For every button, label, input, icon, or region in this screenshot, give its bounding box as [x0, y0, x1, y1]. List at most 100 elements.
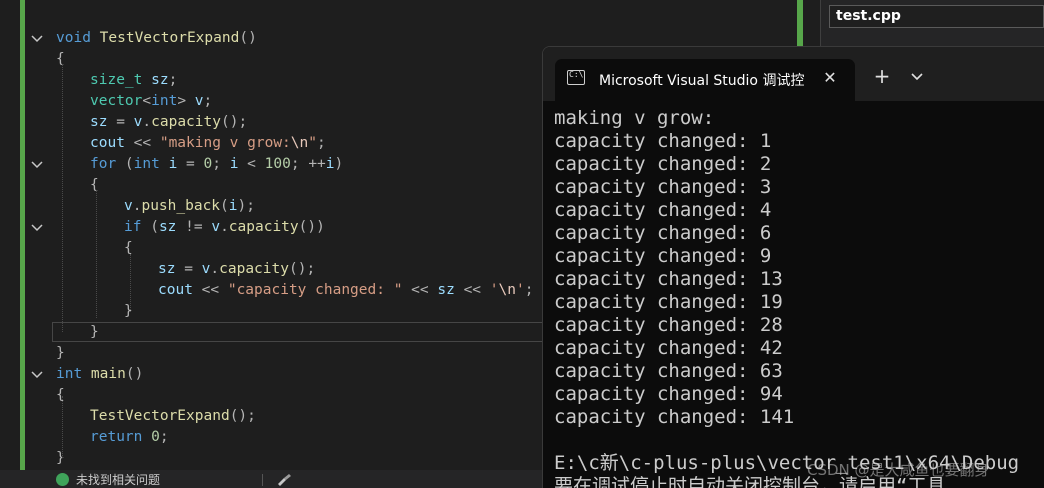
code-line[interactable]: int main() [56, 364, 143, 385]
code-line[interactable]: sz = v.capacity(); [90, 112, 247, 133]
change-tracking-bar [20, 0, 25, 470]
file-tab-test-cpp[interactable]: test.cpp [829, 5, 1044, 28]
terminal-line: capacity changed: 19 [554, 291, 783, 313]
code-token: ; [524, 282, 534, 298]
status-ok-icon[interactable] [56, 473, 69, 486]
terminal-tab-title: Microsoft Visual Studio 调试控 [599, 73, 805, 89]
brush-icon[interactable] [276, 474, 294, 486]
code-token: ; [168, 72, 178, 88]
code-token: main [90, 366, 126, 382]
code-token: << [402, 282, 438, 298]
code-token: cout [158, 282, 193, 298]
plus-icon[interactable]: + [873, 66, 891, 86]
code-line[interactable]: } [124, 301, 133, 322]
code-token: ' [489, 282, 499, 298]
fold-chevron-icon[interactable] [30, 32, 44, 46]
code-line[interactable]: { [124, 238, 133, 259]
code-token: "making v grow: [159, 135, 291, 151]
code-token: () [239, 30, 257, 46]
indent-guide [96, 190, 97, 318]
indent-guide [130, 254, 131, 312]
code-token: \n [498, 282, 516, 298]
code-token: capacity [151, 114, 221, 130]
code-token: << [454, 282, 490, 298]
terminal-line: capacity changed: 9 [554, 245, 772, 267]
indent-guide [62, 396, 63, 458]
code-token: sz [158, 219, 177, 235]
terminal-output[interactable]: making v grow: capacity changed: 1 capacit… [554, 107, 1044, 488]
code-token: (); [220, 114, 248, 130]
code-token: TestVectorExpand [90, 408, 230, 424]
code-token: { [124, 240, 133, 256]
code-token: vector [90, 93, 143, 109]
code-line[interactable]: { [56, 49, 65, 70]
code-token: ) [334, 156, 344, 172]
code-line[interactable]: size_t sz; [90, 70, 177, 91]
code-token: v [194, 93, 204, 109]
indent-guide [62, 64, 63, 332]
terminal-tab[interactable]: C:\ Microsoft Visual Studio 调试控 ✕ [555, 59, 855, 101]
code-line[interactable]: cout << "capacity changed: " << sz << '\… [158, 280, 533, 301]
code-token: . [142, 114, 152, 130]
fold-chevron-icon[interactable] [30, 368, 44, 382]
code-token: "capacity changed: " [227, 282, 403, 298]
code-line[interactable]: if (sz != v.capacity()) [124, 217, 325, 238]
editor-splitter[interactable] [797, 0, 803, 50]
terminal-window[interactable]: C:\ Microsoft Visual Studio 调试控 ✕ + maki… [542, 46, 1044, 488]
code-token: int [151, 93, 178, 109]
code-token: (); [229, 408, 256, 424]
code-token: } [124, 303, 133, 319]
code-token: () [125, 366, 144, 382]
fold-chevron-icon[interactable] [30, 221, 44, 235]
terminal-line: capacity changed: 2 [554, 153, 772, 175]
code-line[interactable]: vector<int> v; [90, 91, 212, 112]
code-line[interactable]: void TestVectorExpand() [56, 28, 257, 49]
code-line[interactable]: cout << "making v grow:\n"; [90, 133, 326, 154]
code-line[interactable]: for (int i = 0; i < 100; ++i) [90, 154, 343, 175]
code-token: void [56, 30, 100, 46]
terminal-line: capacity changed: 94 [554, 383, 783, 405]
code-token: < [142, 93, 152, 109]
code-token: < [238, 156, 265, 172]
code-token: sz [151, 72, 169, 88]
status-separator [262, 474, 263, 486]
close-icon[interactable]: ✕ [821, 69, 839, 87]
code-line[interactable]: } [56, 448, 65, 469]
terminal-line: capacity changed: 1 [554, 130, 772, 152]
fold-chevron-icon[interactable] [30, 158, 44, 172]
code-line[interactable]: TestVectorExpand(); [90, 406, 256, 427]
code-line[interactable]: sz = v.capacity(); [158, 259, 315, 280]
code-token: ( [150, 219, 159, 235]
code-token: . [210, 261, 220, 277]
code-token: ; ++ [290, 156, 326, 172]
code-token: { [56, 51, 65, 67]
code-token: > [177, 93, 195, 109]
code-token: 100 [264, 156, 291, 172]
code-line[interactable]: } [56, 343, 65, 364]
code-token: ' [515, 282, 525, 298]
code-token: cout [90, 135, 125, 151]
issues-status-text[interactable]: 未找到相关问题 [76, 471, 186, 488]
watermark-text: CSDN @是大咸鱼也要翻身 [807, 461, 990, 479]
code-token: sz [158, 261, 176, 277]
code-line[interactable]: v.push_back(i); [124, 196, 255, 217]
chevron-down-icon[interactable] [909, 69, 925, 83]
code-line[interactable]: return 0; [90, 427, 169, 448]
code-line[interactable]: { [90, 175, 99, 196]
code-line[interactable]: { [56, 385, 65, 406]
code-token: = [107, 114, 134, 130]
terminal-line: capacity changed: 63 [554, 360, 783, 382]
code-token: } [56, 450, 65, 466]
code-token: sz [437, 282, 455, 298]
code-token: i [168, 156, 178, 172]
code-token: ; [159, 429, 169, 445]
code-token: . [220, 219, 229, 235]
code-token: return [90, 429, 152, 445]
editor-gutter [0, 0, 15, 488]
code-token: << [124, 135, 160, 151]
code-token: { [90, 177, 99, 193]
code-token: v [211, 219, 221, 235]
code-token: for [90, 156, 125, 172]
